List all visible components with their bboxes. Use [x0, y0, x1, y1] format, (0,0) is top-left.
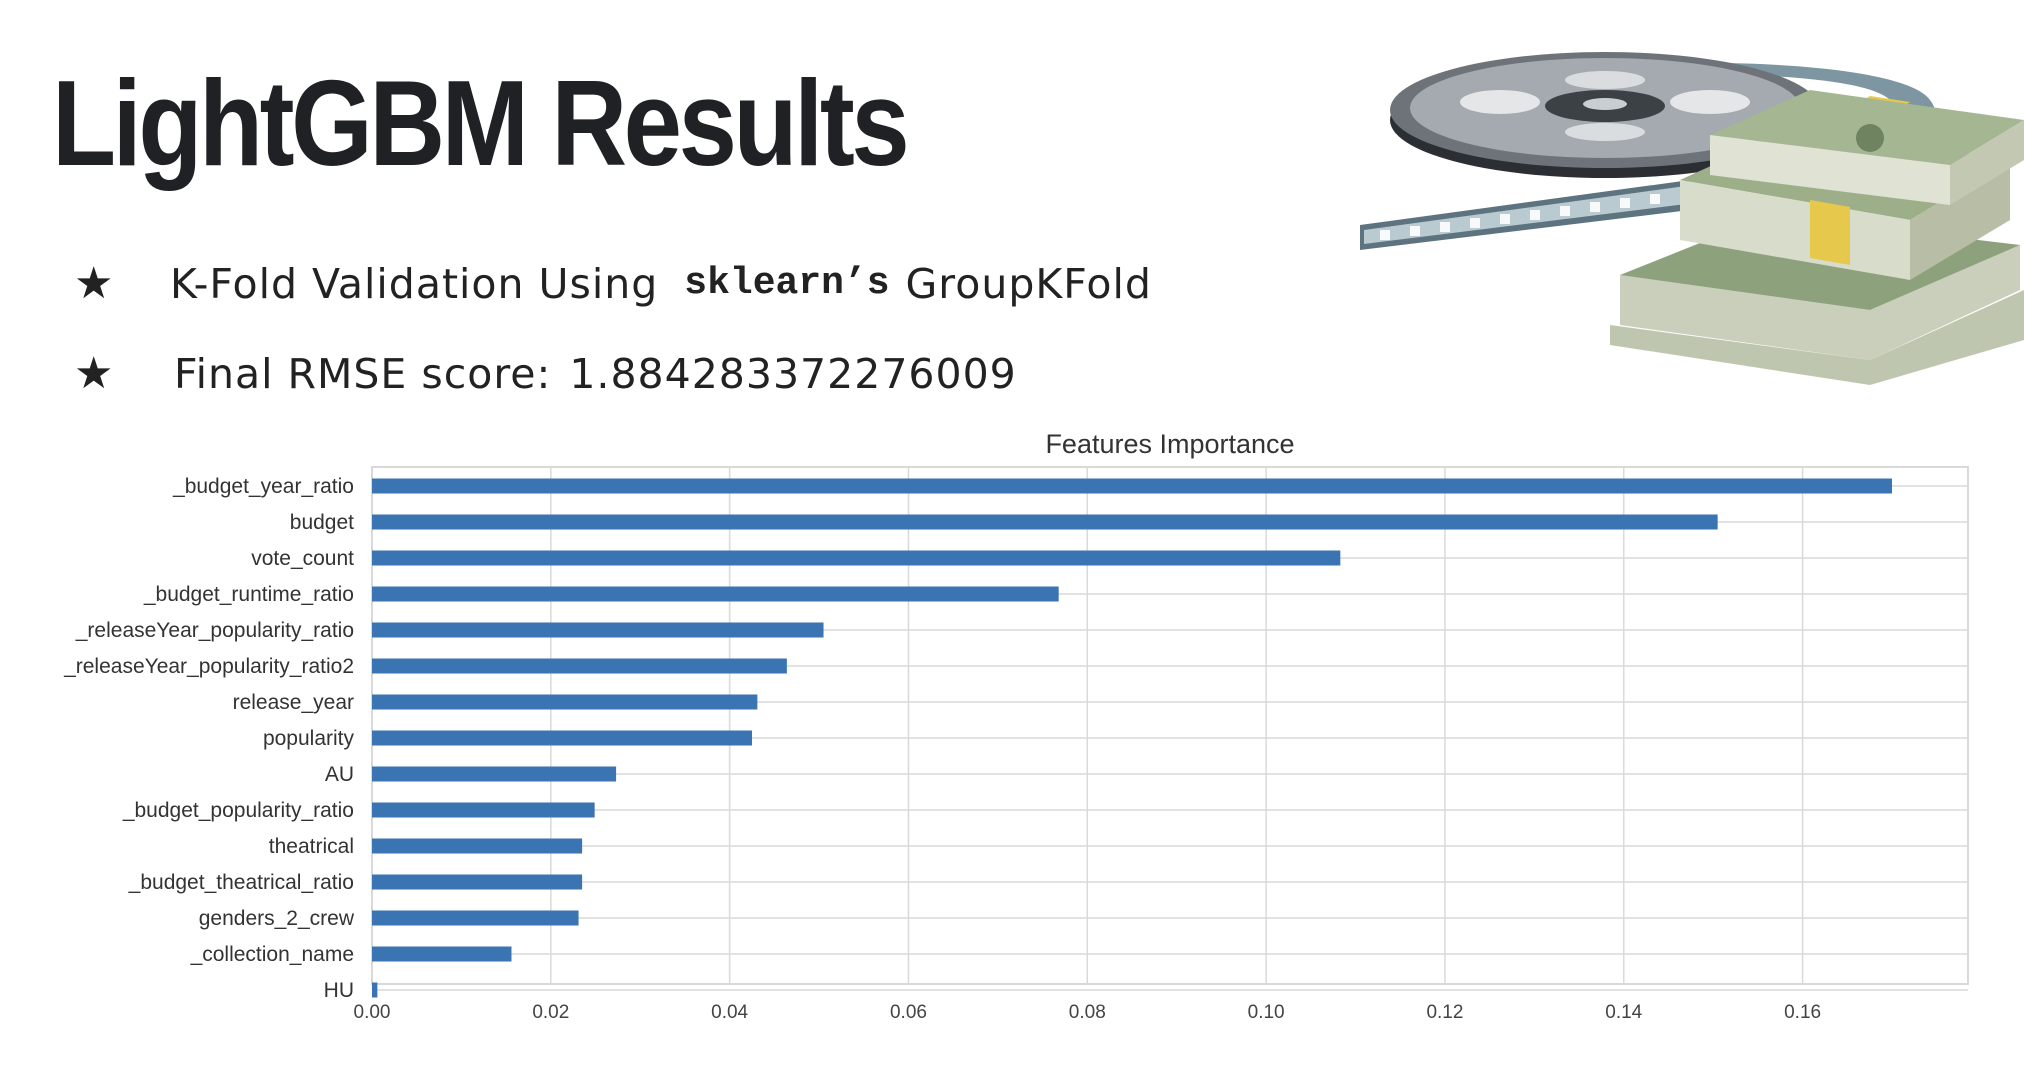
y-tick-label: release_year: [233, 691, 354, 714]
y-axis-labels: _budget_year_ratiobudget vote_count _budge…: [63, 475, 355, 1002]
grid-layer: [371, 467, 1968, 991]
bar-releaseyear-popularity-ratio2: [372, 658, 787, 674]
y-tick-label: _budget_theatrical_ratio: [128, 871, 354, 894]
y-tick-label: _collection_name: [190, 943, 354, 966]
bar-release-year: [372, 694, 758, 710]
y-tick-label: genders_2_crew: [199, 907, 355, 930]
bar-au: [372, 766, 617, 782]
plot-frame: [371, 466, 1969, 985]
bullet-rmse: ★ Final RMSE score: 1.884283372276009: [74, 348, 1017, 399]
rmse-label: Final RMSE score:: [174, 349, 552, 398]
bullet-kfold-code: sklearn’s: [684, 262, 890, 305]
bar-budget: [372, 514, 1718, 530]
bullet-kfold: ★ K-Fold Validation Using sklearn’s Grou…: [74, 258, 1152, 309]
y-tick-label: _budget_popularity_ratio: [122, 799, 354, 822]
y-tick-label: HU: [324, 979, 354, 1002]
bar-hu: [372, 982, 378, 998]
y-tick-label: _budget_runtime_ratio: [143, 583, 354, 606]
x-tick-label: 0.02: [532, 1002, 569, 1023]
y-tick-label: popularity: [263, 727, 355, 750]
bar-budget-popularity-ratio: [372, 802, 595, 818]
bar-vote-count: [372, 550, 1341, 566]
x-tick-label: 0.10: [1248, 1002, 1285, 1023]
bar-theatrical: [372, 838, 583, 854]
x-tick-label: 0.14: [1605, 1002, 1642, 1023]
y-tick-label: _budget_year_ratio: [172, 475, 354, 498]
bar-popularity: [372, 730, 752, 746]
x-tick-label: 0.00: [354, 1002, 391, 1023]
feature-importance-chart: Features Importance _budget_year_ratiobu…: [63, 429, 1969, 1023]
x-tick-label: 0.16: [1784, 1002, 1821, 1023]
bar-budget-year-ratio: [372, 478, 1892, 494]
slide-title: LightGBM Results: [52, 55, 910, 191]
y-tick-label: _releaseYear_popularity_ratio: [75, 619, 354, 642]
x-tick-label: 0.06: [890, 1002, 927, 1023]
y-tick-label: vote_count: [251, 547, 354, 570]
x-tick-label: 0.08: [1069, 1002, 1106, 1023]
star-icon: ★: [74, 348, 115, 399]
bar-collection-name: [372, 946, 512, 962]
star-icon: ★: [74, 258, 115, 309]
chart-title: Features Importance: [1045, 429, 1294, 459]
x-tick-label: 0.04: [711, 1002, 748, 1023]
bar-releaseyear-popularity-ratio: [372, 622, 824, 638]
bullet-kfold-method: GroupKFold: [905, 259, 1152, 308]
y-tick-label: theatrical: [269, 835, 354, 858]
bullet-kfold-text: K-Fold Validation Using: [170, 259, 659, 308]
rmse-value: 1.884283372276009: [569, 349, 1017, 398]
y-tick-label: budget: [290, 511, 354, 534]
x-axis-labels: 0.00 0.02 0.04 0.06 0.08 0.10 0.12 0.14 0.16: [354, 1002, 1822, 1023]
bar-genders-2-crew: [372, 910, 579, 926]
y-tick-label: _releaseYear_popularity_ratio2: [63, 655, 354, 678]
bar-budget-runtime-ratio: [372, 586, 1059, 602]
film-money-illustration: [1360, 52, 2024, 385]
y-tick-label: AU: [325, 763, 354, 786]
bar-budget-theatrical-ratio: [372, 874, 583, 890]
x-tick-label: 0.12: [1426, 1002, 1463, 1023]
